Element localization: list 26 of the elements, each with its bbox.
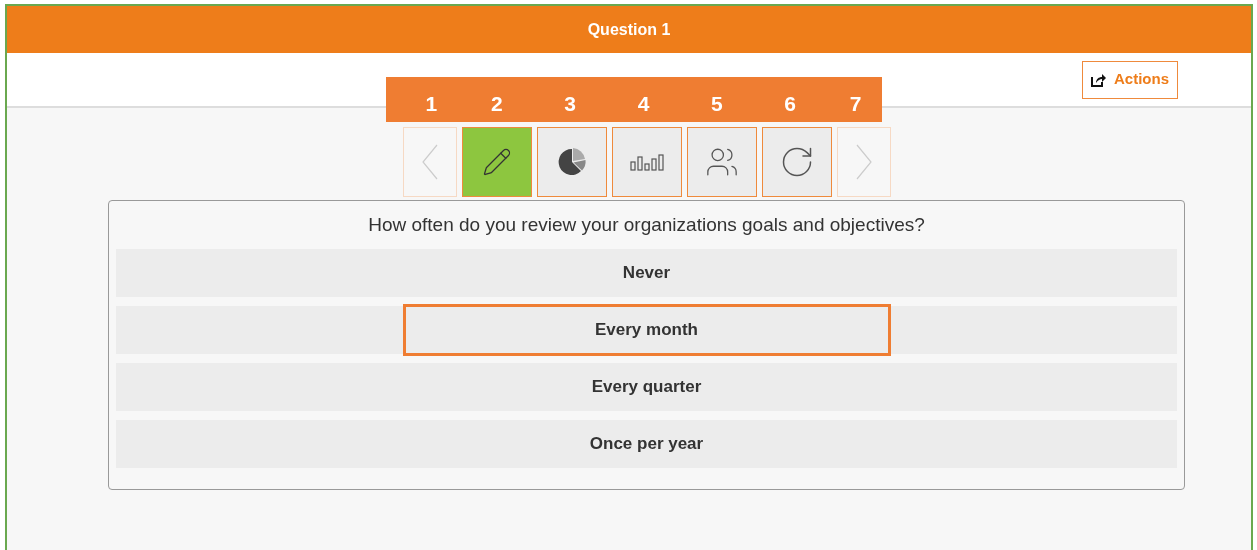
question-text: How often do you review your organizations goals and objectives? [367, 213, 926, 237]
pencil-icon [481, 147, 512, 177]
answer-label: Every month [402, 303, 891, 356]
chevron-right-icon [855, 144, 872, 180]
pie-chart-button[interactable] [536, 127, 607, 197]
step-number: 3 [563, 90, 577, 117]
answer-option[interactable]: Never [116, 248, 1177, 297]
refresh-button[interactable] [761, 127, 832, 197]
step-number: 7 [848, 90, 863, 117]
answer-label: Every quarter [591, 375, 702, 398]
answer-option[interactable]: Every month [116, 305, 1177, 354]
pie-chart-icon [556, 147, 587, 177]
answer-option[interactable]: Once per year [116, 419, 1177, 468]
people-button[interactable] [686, 127, 757, 197]
answer-label: Never [622, 261, 671, 284]
step-number: 6 [783, 90, 797, 117]
share-icon [1091, 72, 1106, 87]
step-number: 4 [636, 90, 651, 117]
step-number: 1 [424, 90, 439, 117]
step-number: 2 [490, 90, 504, 117]
answer-label: Once per year [589, 432, 704, 455]
step-number: 5 [709, 90, 724, 117]
answer-option[interactable]: Every quarter [116, 362, 1177, 411]
header-title: Question 1 [587, 19, 671, 40]
bar-chart-icon [629, 153, 664, 171]
chevron-left-icon [421, 144, 438, 180]
